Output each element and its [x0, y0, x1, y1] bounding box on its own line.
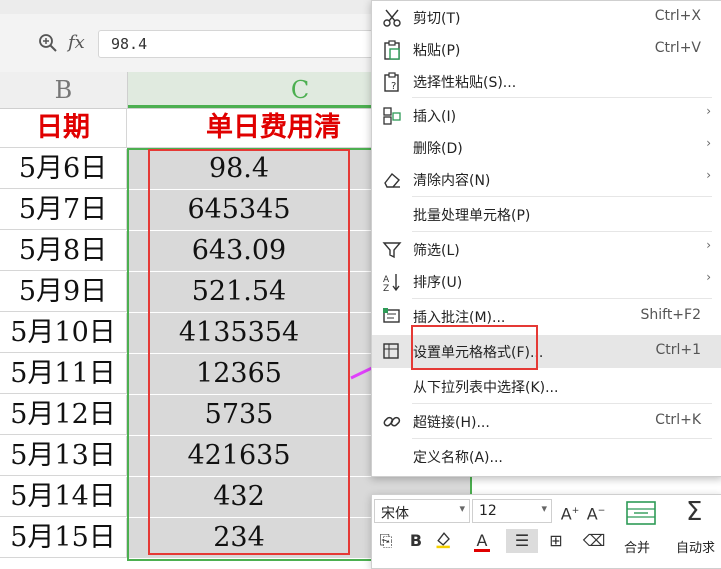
- menu-item-label: 批量处理单元格(P): [413, 208, 531, 224]
- mini-toolbar: 宋体 ▾ 12 ▾ A+ A− ⎘ B A ☰ ⊞ ⌫ 合并 Σ 自动求: [371, 494, 721, 569]
- font-color-button[interactable]: A: [470, 529, 494, 553]
- menu-item-label: 超链接(H)...: [413, 415, 490, 431]
- menu-item[interactable]: 超链接(H)... Ctrl+K: [372, 405, 721, 438]
- link-icon: [382, 412, 402, 432]
- menu-item-label: 定义名称(A)...: [413, 450, 503, 466]
- menu-item-label: 剪切(T): [413, 11, 461, 27]
- bold-button[interactable]: B: [404, 529, 428, 553]
- borders-icon[interactable]: ⊞: [544, 529, 568, 553]
- align-center-icon[interactable]: ☰: [506, 529, 538, 553]
- menu-item[interactable]: 剪切(T) Ctrl+X: [372, 1, 721, 34]
- chevron-right-icon: ›: [706, 270, 711, 284]
- menu-item-label: 删除(D): [413, 141, 463, 157]
- paste-special-icon: ?: [382, 72, 402, 92]
- font-size-select[interactable]: 12 ▾: [472, 499, 552, 523]
- comment-icon: [382, 307, 402, 327]
- autosum-label: 自动求: [676, 541, 716, 556]
- highlight-box-cells: [148, 149, 350, 555]
- filter-icon: [382, 240, 402, 260]
- menu-item-shortcut: Ctrl+K: [655, 412, 701, 428]
- zoom-search-icon[interactable]: [38, 33, 58, 53]
- menu-item-label: 清除内容(N): [413, 173, 491, 189]
- menu-item[interactable]: 定义名称(A)...: [372, 440, 721, 473]
- menu-separator: [412, 298, 712, 299]
- scissors-icon: [382, 8, 402, 28]
- date-cell[interactable]: 5月10日: [0, 313, 127, 353]
- menu-item[interactable]: ? 选择性粘贴(S)...: [372, 65, 721, 98]
- format-painter-icon[interactable]: ⎘: [374, 529, 398, 553]
- chevron-down-icon: ▾: [459, 502, 465, 515]
- clear-format-icon[interactable]: ⌫: [582, 529, 606, 553]
- menu-item-shortcut: Ctrl+X: [654, 8, 701, 24]
- font-size-value: 12: [479, 503, 497, 519]
- date-cell[interactable]: 5月14日: [0, 477, 127, 517]
- menu-item-label: 从下拉列表中选择(K)...: [413, 380, 559, 396]
- menu-separator: [412, 403, 712, 404]
- menu-separator: [412, 231, 712, 232]
- date-cell[interactable]: 5月9日: [0, 272, 127, 312]
- date-cell[interactable]: 5月6日: [0, 149, 127, 189]
- format-cells-icon: [382, 342, 402, 362]
- chevron-right-icon: ›: [706, 238, 711, 252]
- date-cell[interactable]: 5月7日: [0, 190, 127, 230]
- date-cell[interactable]: 5月8日: [0, 231, 127, 271]
- menu-item[interactable]: 从下拉列表中选择(K)...: [372, 370, 721, 403]
- menu-separator: [412, 196, 712, 197]
- menu-item-shortcut: Shift+F2: [640, 307, 701, 323]
- menu-item[interactable]: A Z 排序(U) ›: [372, 265, 721, 298]
- menu-item[interactable]: 批量处理单元格(P): [372, 198, 721, 231]
- menu-separator: [412, 438, 712, 439]
- menu-item[interactable]: 粘贴(P) Ctrl+V: [372, 33, 721, 66]
- context-menu: 剪切(T) Ctrl+X 粘贴(P) Ctrl+V? 选择性粘贴(S)... 插入(I) ›…: [371, 0, 721, 477]
- menu-item-shortcut: Ctrl+V: [654, 40, 701, 56]
- font-family-select[interactable]: 宋体 ▾: [374, 499, 470, 523]
- autosum-button[interactable]: Σ 自动求: [672, 497, 720, 565]
- menu-item-shortcut: Ctrl+1: [655, 342, 701, 358]
- decrease-font-icon[interactable]: A−: [584, 499, 608, 523]
- highlight-box-menu: [411, 325, 538, 370]
- column-header-b[interactable]: B: [0, 72, 128, 108]
- svg-text:Z: Z: [383, 284, 389, 292]
- menu-item-label: 筛选(L): [413, 243, 460, 259]
- header-date-cell[interactable]: 日期: [0, 108, 127, 148]
- merge-icon: [626, 501, 656, 525]
- menu-item-label: 选择性粘贴(S)...: [413, 75, 517, 91]
- menu-item-label: 排序(U): [413, 275, 463, 291]
- increase-font-icon[interactable]: A+: [558, 499, 582, 523]
- fx-icon[interactable]: fx: [68, 32, 85, 53]
- font-color-letter: A: [476, 531, 488, 550]
- chevron-right-icon: ›: [706, 136, 711, 150]
- paste-icon: [382, 40, 402, 60]
- date-cell[interactable]: 5月15日: [0, 518, 127, 558]
- svg-text:?: ?: [391, 81, 396, 92]
- menu-item-label: 插入(I): [413, 109, 457, 125]
- menu-item[interactable]: 清除内容(N) ›: [372, 163, 721, 196]
- menu-item[interactable]: 插入(I) ›: [372, 99, 721, 132]
- font-family-value: 宋体: [381, 506, 409, 522]
- chevron-right-icon: ›: [706, 104, 711, 118]
- menu-item[interactable]: 筛选(L) ›: [372, 233, 721, 266]
- date-cell[interactable]: 5月11日: [0, 354, 127, 394]
- chevron-right-icon: ›: [706, 168, 711, 182]
- chevron-down-icon: ▾: [541, 502, 547, 515]
- merge-button[interactable]: 合并: [616, 497, 666, 565]
- menu-item-label: 粘贴(P): [413, 43, 461, 59]
- eraser-icon: [382, 170, 402, 190]
- menu-item[interactable]: 删除(D) ›: [372, 131, 721, 164]
- date-cell[interactable]: 5月12日: [0, 395, 127, 435]
- merge-label: 合并: [624, 541, 651, 556]
- menu-item-label: 插入批注(M)...: [413, 310, 506, 326]
- insert-icon: [382, 106, 402, 126]
- sort-icon: AZ: [382, 272, 402, 294]
- sigma-icon: Σ: [686, 497, 703, 527]
- fill-color-icon[interactable]: [432, 529, 456, 553]
- date-cell[interactable]: 5月13日: [0, 436, 127, 476]
